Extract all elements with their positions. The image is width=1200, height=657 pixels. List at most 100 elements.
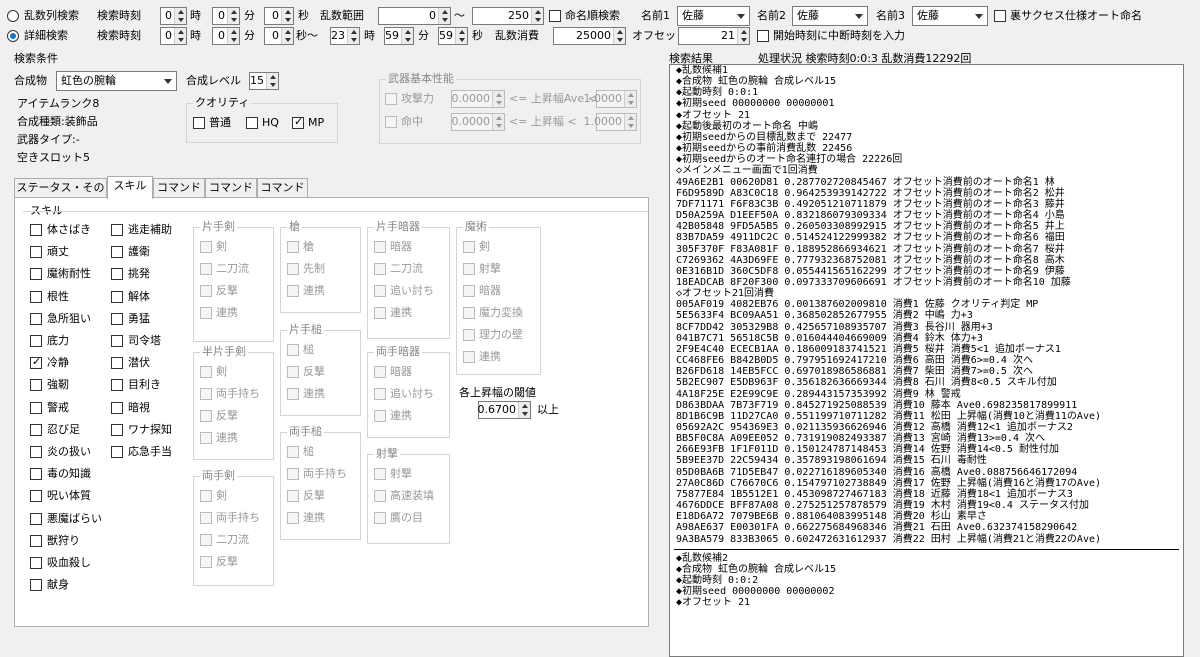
interrupt-checkbox[interactable] — [757, 30, 769, 42]
skill-checkbox[interactable] — [200, 410, 212, 422]
quality-mp-checkbox[interactable] — [292, 115, 304, 129]
skill-checkbox[interactable] — [287, 263, 299, 275]
skill-checkbox[interactable] — [30, 290, 42, 303]
r1-hour-spinner[interactable]: 0 — [160, 7, 187, 25]
skill-checkbox[interactable] — [374, 366, 386, 378]
skill-checkbox[interactable] — [200, 534, 212, 546]
skill-checkbox[interactable] — [463, 263, 475, 275]
skill-checkbox[interactable] — [111, 224, 123, 236]
skill-checkbox[interactable] — [200, 241, 212, 253]
skill-checkbox[interactable] — [287, 446, 299, 458]
skill-checkbox[interactable] — [111, 379, 123, 392]
item-select[interactable]: 虹色の腕輪 — [56, 71, 177, 91]
auto-name-checkbox[interactable] — [994, 10, 1006, 22]
name2-select[interactable]: 佐藤 — [792, 6, 868, 26]
skill-checkbox[interactable] — [287, 490, 299, 502]
r2-min2-spinner[interactable]: 59 — [384, 27, 414, 45]
quality-normal-checkbox[interactable] — [193, 117, 205, 129]
skill-checkbox[interactable] — [463, 285, 475, 297]
skill-checkbox[interactable] — [200, 432, 212, 444]
skill-checkbox[interactable] — [287, 512, 299, 524]
name-order-checkbox[interactable] — [549, 10, 561, 22]
name3-select[interactable]: 佐藤 — [912, 6, 988, 26]
r2-min-spinner[interactable]: 0 — [212, 27, 240, 45]
skill-checkbox[interactable] — [200, 307, 212, 319]
skill-checkbox[interactable] — [30, 534, 42, 547]
skill-checkbox[interactable] — [111, 446, 123, 458]
atk-checkbox[interactable] — [385, 93, 397, 105]
skill-checkbox[interactable] — [30, 401, 42, 414]
skill-checkbox[interactable] — [30, 379, 42, 392]
skill-checkbox[interactable] — [374, 285, 386, 297]
hit-checkbox[interactable] — [385, 116, 397, 128]
skill-checkbox[interactable] — [287, 285, 299, 297]
result-output[interactable]: ◆乱数候補1 ◆合成物 虹色の腕輪 合成レベル15 ◆起動時刻 0:0:1 ◆初期se… — [669, 64, 1184, 657]
skill-checkbox[interactable] — [463, 351, 475, 363]
skill-checkbox[interactable] — [374, 241, 386, 253]
skill-checkbox[interactable] — [30, 312, 42, 325]
tab-skill[interactable]: スキル — [107, 176, 153, 199]
skill-checkbox[interactable] — [30, 423, 42, 436]
skill-checkbox[interactable] — [111, 312, 123, 325]
skill-checkbox[interactable] — [463, 329, 475, 341]
r1-min-spinner[interactable]: 0 — [212, 7, 240, 25]
tab-command3[interactable]: コマンド3 — [257, 178, 308, 212]
threshold-spinner[interactable]: 0.6700 — [478, 401, 531, 419]
skill-checkbox[interactable] — [200, 388, 212, 400]
mode-random-radio[interactable] — [7, 10, 19, 22]
skill-checkbox[interactable] — [374, 388, 386, 400]
mode-detail-radio[interactable] — [7, 30, 19, 42]
skill-checkbox[interactable] — [30, 224, 42, 236]
skill-checkbox[interactable] — [111, 268, 123, 281]
skill-checkbox[interactable] — [30, 268, 42, 281]
skill-checkbox[interactable] — [111, 246, 123, 259]
r2-hour2-spinner[interactable]: 23 — [330, 27, 360, 45]
skill-checkbox[interactable] — [200, 263, 212, 275]
name1-select[interactable]: 佐藤 — [677, 6, 750, 26]
skill-checkbox[interactable] — [200, 490, 212, 502]
skill-checkbox[interactable] — [374, 468, 386, 480]
skill-checkbox[interactable] — [287, 344, 299, 356]
skill-checkbox[interactable] — [374, 410, 386, 422]
skill-checkbox[interactable] — [30, 512, 42, 525]
quality-hq-checkbox[interactable] — [246, 117, 258, 129]
skill-checkbox[interactable] — [30, 557, 42, 569]
skill-checkbox[interactable] — [111, 335, 123, 347]
r2-sec-spinner[interactable]: 0 — [264, 27, 294, 45]
skill-checkbox[interactable] — [30, 355, 42, 370]
skill-checkbox[interactable] — [30, 335, 42, 347]
range-from-spinner[interactable]: 0 — [378, 7, 451, 25]
skill-checkbox[interactable] — [374, 490, 386, 502]
skill-checkbox[interactable] — [30, 490, 42, 503]
skill-checkbox[interactable] — [287, 468, 299, 480]
skill-checkbox[interactable] — [463, 307, 475, 319]
skill-checkbox[interactable] — [374, 512, 386, 524]
skill-checkbox[interactable] — [287, 241, 299, 253]
r2-sec2-spinner[interactable]: 59 — [438, 27, 468, 45]
atk-min-spinner[interactable]: 0.0000 — [451, 90, 505, 108]
offset-spinner[interactable]: 21 — [678, 27, 750, 45]
skill-checkbox[interactable] — [374, 263, 386, 275]
skill-checkbox[interactable] — [287, 388, 299, 400]
skill-checkbox[interactable] — [111, 401, 123, 414]
skill-checkbox[interactable] — [374, 307, 386, 319]
skill-checkbox[interactable] — [200, 556, 212, 568]
skill-checkbox[interactable] — [111, 423, 123, 436]
skill-checkbox[interactable] — [463, 241, 475, 253]
r2-hour-spinner[interactable]: 0 — [160, 27, 187, 45]
skill-checkbox[interactable] — [30, 579, 42, 592]
skill-checkbox[interactable] — [200, 285, 212, 297]
hit-max-spinner[interactable]: 1.0000 — [584, 113, 637, 131]
skill-checkbox[interactable] — [30, 246, 42, 259]
range-to-spinner[interactable]: 250 — [472, 7, 544, 25]
skill-checkbox[interactable] — [111, 290, 123, 303]
atk-max-spinner[interactable]: 1.0000 — [584, 90, 637, 108]
skill-checkbox[interactable] — [30, 446, 42, 458]
consume-spinner[interactable]: 25000 — [553, 27, 626, 45]
skill-checkbox[interactable] — [111, 357, 123, 370]
skill-checkbox[interactable] — [200, 366, 212, 378]
tab-status[interactable]: ステータス・その他 — [14, 178, 107, 212]
tab-command1[interactable]: コマンド1 — [153, 178, 205, 212]
skill-checkbox[interactable] — [287, 366, 299, 378]
level-spinner[interactable]: 15 — [249, 72, 279, 90]
